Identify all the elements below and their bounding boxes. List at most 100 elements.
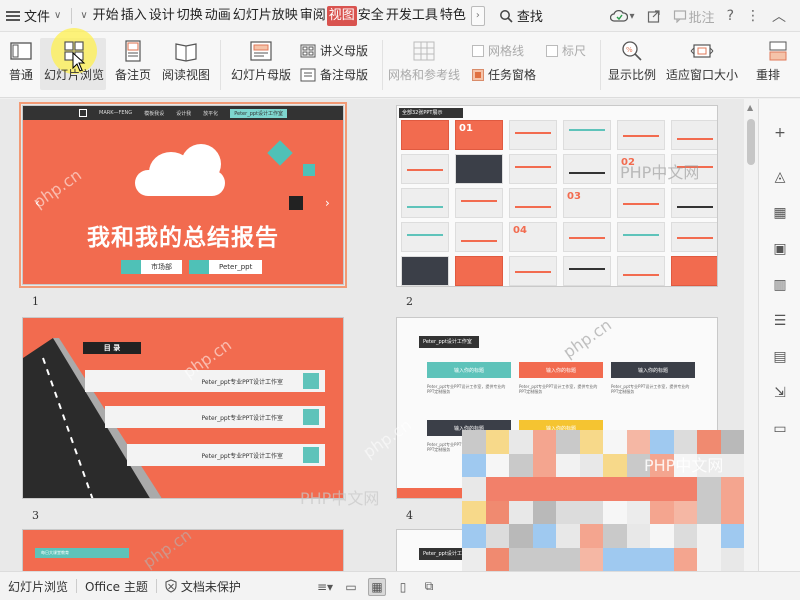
normal-view-button[interactable]: 普通 xyxy=(6,40,36,83)
tab-animation[interactable]: 动画 xyxy=(204,6,232,26)
quick-access-dropdown-icon[interactable]: ∨ xyxy=(76,10,91,21)
tab-design[interactable]: 设计 xyxy=(148,6,176,26)
mosaic-tile xyxy=(556,524,580,548)
overview-cell: 01 xyxy=(455,120,503,150)
mosaic-tile xyxy=(626,477,650,501)
fit-window-label: 适应窗口大小 xyxy=(665,68,738,82)
notes-page-label: 备注页 xyxy=(114,68,151,82)
mosaic-tile xyxy=(720,453,744,477)
mosaic-tile xyxy=(462,524,486,548)
task-pane-checkbox[interactable]: 任务窗格 xyxy=(472,66,536,83)
slideshow-status-icon[interactable]: ⧉ xyxy=(420,578,438,596)
tab-view[interactable]: 视图 xyxy=(326,5,357,26)
mosaic-tile xyxy=(509,477,533,501)
tab-developer[interactable]: 开发工具 xyxy=(385,6,439,26)
grid-guides-button[interactable]: 网格和参考线 xyxy=(386,40,462,83)
search-button[interactable]: 查找 xyxy=(499,6,543,25)
status-office-theme[interactable]: Office 主题 xyxy=(77,578,156,595)
slide1-next-arrow-icon: › xyxy=(325,196,330,210)
mosaic-tile xyxy=(720,477,744,501)
rearrange-button[interactable]: 重排 xyxy=(756,40,800,83)
layout-icon[interactable]: ▣ xyxy=(772,241,788,257)
overview-cell xyxy=(617,120,665,150)
pill-square-icon xyxy=(189,260,209,274)
slide-thumbnail-2[interactable]: 全部32张PPT展示 01 02 03 04 xyxy=(396,105,718,287)
gridlines-checkbox[interactable]: 网格线 xyxy=(472,42,524,59)
mosaic-tile xyxy=(626,500,650,524)
mosaic-tile xyxy=(603,500,627,524)
slide-thumbnail-5[interactable]: 每日大课堂教育 xyxy=(22,529,344,571)
task-pane-check-icon xyxy=(472,68,484,81)
slide3-item-3: Peter_ppt专业PPT设计工作室 xyxy=(127,444,325,466)
zoom-icon: % xyxy=(620,40,644,62)
slide1-nav-3: 放平化 xyxy=(203,110,219,117)
tab-transition[interactable]: 切换 xyxy=(176,6,204,26)
overview-cell xyxy=(455,222,503,252)
image-gallery-icon[interactable]: ▤ xyxy=(772,349,788,365)
table-icon[interactable]: ▦ xyxy=(772,205,788,221)
help-button[interactable]: ? xyxy=(727,8,734,24)
layers-icon[interactable]: ◬ xyxy=(772,169,788,185)
normal-view-status-icon[interactable]: ▭ xyxy=(342,578,360,596)
comment-button[interactable]: 批注 xyxy=(673,7,715,26)
overview-cell xyxy=(455,256,503,286)
chart-icon[interactable]: ▥ xyxy=(772,277,788,293)
tab-review[interactable]: 审阅 xyxy=(299,6,327,26)
reading-view-status-icon[interactable]: ▯ xyxy=(394,578,412,596)
tab-home[interactable]: 开始 xyxy=(92,6,120,26)
grid-guides-label: 网格和参考线 xyxy=(387,68,460,82)
overview-cell xyxy=(671,188,717,218)
reading-view-button[interactable]: 阅读视图 xyxy=(160,40,212,83)
more-options-button[interactable]: ⋮ xyxy=(746,8,760,24)
export-icon[interactable]: ⇲ xyxy=(772,385,788,401)
share-button[interactable] xyxy=(647,9,661,23)
tab-security[interactable]: 安全 xyxy=(357,6,385,26)
vertical-scrollbar[interactable]: ▲ xyxy=(744,99,758,571)
add-icon[interactable]: + xyxy=(772,125,788,141)
slide5-band: 每日大课堂教育 xyxy=(35,548,129,558)
mosaic-tile xyxy=(509,453,533,477)
notes-master-button[interactable]: 备注母版 xyxy=(300,66,368,83)
shield-icon xyxy=(165,579,177,593)
slide-number-2: 2 xyxy=(406,295,413,308)
file-menu-label: 文件 xyxy=(24,10,51,25)
mosaic-tile xyxy=(697,524,721,548)
mosaic-tile xyxy=(462,547,486,571)
mosaic-tile xyxy=(462,453,486,477)
scrollbar-thumb[interactable] xyxy=(747,119,755,165)
notes-toggle-icon[interactable]: ≡▾ xyxy=(316,578,334,596)
scroll-up-icon[interactable]: ▲ xyxy=(747,103,753,112)
slide-number-4: 4 xyxy=(406,509,413,522)
handout-master-button[interactable]: 讲义母版 xyxy=(300,42,368,59)
ruler-checkbox[interactable]: 标尺 xyxy=(546,42,586,59)
print-icon[interactable]: ▭ xyxy=(772,421,788,437)
collapse-ribbon-button[interactable]: ︿ xyxy=(772,6,786,26)
file-menu[interactable]: 文件 ∨ xyxy=(0,0,67,32)
mosaic-tile xyxy=(673,453,697,477)
cloud-sync-button[interactable]: ▾ xyxy=(609,9,635,23)
slide1-pill-right-text: Peter_ppt xyxy=(219,263,253,271)
fit-window-button[interactable]: 适应窗口大小 xyxy=(664,40,740,83)
more-tabs-button[interactable]: › xyxy=(470,5,485,26)
tab-insert[interactable]: 插入 xyxy=(120,6,148,26)
handout-master-label: 讲义母版 xyxy=(320,44,369,58)
mosaic-tile xyxy=(485,524,509,548)
zoom-button[interactable]: % 显示比例 xyxy=(604,40,660,83)
slide3-item-2: Peter_ppt专业PPT设计工作室 xyxy=(105,406,325,428)
settings-sliders-icon[interactable]: ☰ xyxy=(772,313,788,329)
slide-master-button[interactable]: 幻灯片母版 xyxy=(228,40,294,83)
mosaic-tile xyxy=(650,500,674,524)
mosaic-tile xyxy=(532,547,556,571)
tab-slideshow[interactable]: 幻灯片放映 xyxy=(232,6,299,26)
status-doc-protect[interactable]: 文档未保护 xyxy=(157,578,249,595)
slide-thumbnail-1[interactable]: MARK—FENG 模板我设 设计我 放平化 Peter_ppt设计工作室 ‹ … xyxy=(19,102,347,288)
tab-features[interactable]: 特色 xyxy=(439,6,467,26)
slide-thumbnail-3[interactable]: 目 录 Peter_ppt专业PPT设计工作室 Peter_ppt专业PPT设计… xyxy=(22,317,344,499)
mosaic-tile xyxy=(532,500,556,524)
notes-page-button[interactable]: 备注页 xyxy=(112,40,154,83)
image-icon xyxy=(303,373,319,389)
mosaic-tile xyxy=(626,524,650,548)
slide-sorter-status-icon[interactable]: ▦ xyxy=(368,577,386,596)
ruler-label: 标尺 xyxy=(562,44,587,58)
mouse-cursor-icon xyxy=(72,52,86,72)
